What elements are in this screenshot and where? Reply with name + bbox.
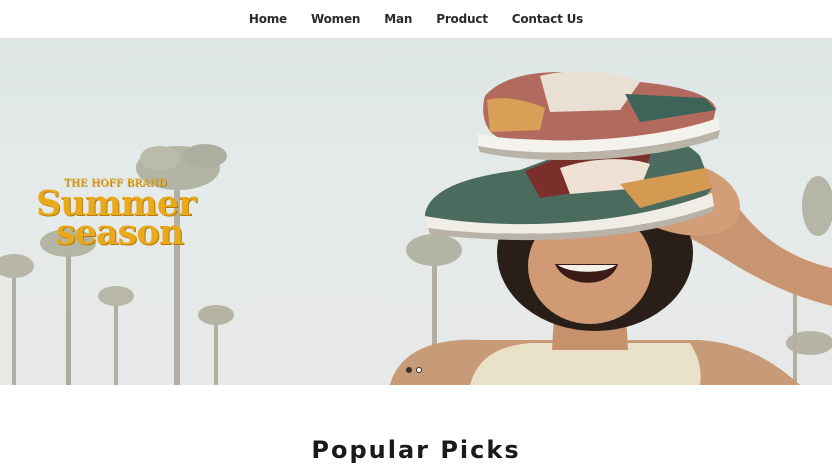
section-title-popular-picks: Popular Picks — [311, 436, 521, 464]
upper-shoe — [478, 71, 720, 161]
carousel-indicators — [406, 367, 422, 373]
brand-headline-line2: season — [56, 212, 184, 253]
main-nav: Home Women Man Product Contact Us — [0, 0, 832, 38]
nav-man-link[interactable]: Man — [384, 12, 412, 26]
hero-banner[interactable]: THE HOFF BRAND Summer season — [0, 38, 832, 385]
summer-season-logo: THE HOFF BRAND Summer season — [36, 179, 236, 253]
nav-product-link[interactable]: Product — [436, 12, 488, 26]
carousel-dot-2[interactable] — [416, 367, 422, 373]
nav-home-link[interactable]: Home — [249, 12, 287, 26]
nav-contact-link[interactable]: Contact Us — [512, 12, 584, 26]
nav-women-link[interactable]: Women — [311, 12, 360, 26]
carousel-dot-1[interactable] — [406, 367, 412, 373]
